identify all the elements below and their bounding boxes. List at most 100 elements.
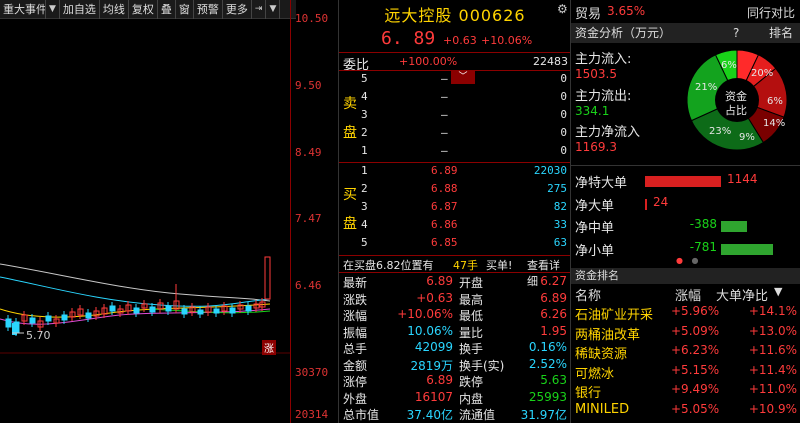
ask-row[interactable]: 1 – 0 (361, 144, 567, 162)
price-tick: 9.50 (295, 79, 322, 92)
volume-tick: 20314 (295, 408, 329, 421)
divider (339, 162, 571, 163)
events-dropdown-icon[interactable]: ▼ (46, 0, 60, 19)
candle-body (149, 306, 156, 313)
divider (339, 272, 571, 273)
ask-volume: 0 (560, 108, 567, 121)
inflow-value: 1503.5 (575, 67, 617, 81)
stat-value: +0.63 (416, 290, 453, 305)
bid-row[interactable]: 1 6.89 22030 (361, 164, 567, 182)
donut-pct-label: 14% (763, 118, 786, 129)
restore-right-button[interactable]: 复权 (129, 0, 158, 19)
pager-dot[interactable]: ● (676, 256, 683, 265)
ask-volume: 0 (560, 72, 567, 85)
rank-row[interactable]: 石油矿业开采 +5.96% +14.1% (571, 304, 800, 324)
net-flow-value: -388 (689, 217, 717, 231)
rank-name: 石油矿业开采 (575, 308, 654, 323)
bid-price: 6.86 (431, 218, 458, 231)
stat-value: 6.89 (426, 373, 453, 387)
rank-row[interactable]: 银行 +9.49% +11.0% (571, 382, 800, 402)
stat-row: 总手 42099 换手 0.16% (339, 340, 571, 356)
overlay-button[interactable]: 叠 (158, 0, 176, 19)
industry-label[interactable]: 贸易 (575, 3, 601, 22)
sort-desc-icon[interactable]: ▼ (774, 285, 782, 298)
candle-body (165, 305, 172, 312)
ma-line-mid (0, 276, 271, 307)
rank-ratio: +11.4% (748, 362, 797, 377)
sell-label-1: 卖 (343, 96, 357, 112)
ask-volume: 0 (560, 90, 567, 103)
rank-row[interactable]: MINILED +5.05% +10.9% (571, 402, 800, 422)
stat-value: 16107 (414, 389, 453, 404)
price-change-pct: +10.06% (481, 34, 533, 47)
candle-body (197, 309, 204, 315)
rank-pct: +5.05% (671, 401, 720, 416)
stat-value: 25993 (528, 389, 567, 404)
more-button[interactable]: 更多 (223, 0, 252, 19)
warning-button[interactable]: 预警 (194, 0, 223, 19)
price-tick: 6.46 (295, 279, 322, 292)
bid-row[interactable]: 2 6.88 275 (361, 182, 567, 200)
pager-dots[interactable]: ● ● (676, 256, 699, 265)
stat-value: 6.27 (540, 274, 567, 288)
rank-pct: +9.49% (671, 382, 720, 396)
pin-icon[interactable]: ⇥ (252, 0, 267, 19)
ask-row[interactable]: 5 – 0 (361, 72, 567, 90)
rank-row[interactable]: 稀缺资源 +6.23% +11.6% (571, 343, 800, 363)
rank-col-pct[interactable]: 涨幅 (675, 285, 701, 304)
stat-value: 31.97亿 (520, 408, 567, 422)
rank-col-name[interactable]: 名称 (575, 285, 601, 304)
stat-label: 流通值 (459, 408, 496, 422)
volume-tick: 30370 (295, 366, 329, 379)
rank-row[interactable]: 两桶油改革 +5.09% +13.0% (571, 324, 800, 344)
net-flow-row[interactable]: 净中单 -388 (571, 217, 800, 237)
bid-row[interactable]: 3 6.87 82 (361, 200, 567, 218)
bid-row[interactable]: 4 6.86 33 (361, 218, 567, 236)
bid-volume: 63 (553, 236, 567, 249)
candle-body (229, 307, 236, 314)
bid-level: 3 (361, 200, 368, 213)
stat-label: 外盘 (343, 391, 368, 406)
price-change: +0.63 (443, 34, 477, 47)
ask-row[interactable]: 2 – 0 (361, 126, 567, 144)
rank-col-ratio[interactable]: 大单净比 (716, 285, 768, 304)
peer-compare-link[interactable]: 同行对比 (747, 4, 795, 21)
bid-level: 4 (361, 218, 368, 231)
bid-price: 6.85 (431, 236, 458, 249)
rank-row[interactable]: 可燃冰 +5.15% +11.4% (571, 363, 800, 383)
ask-level: 3 (361, 108, 368, 121)
bid-row[interactable]: 5 6.85 63 (361, 236, 567, 254)
outflow-label: 主力流出: (575, 89, 632, 104)
bid-volume: 22030 (533, 164, 567, 177)
candle-body (109, 305, 116, 312)
events-button[interactable]: 重大事件 (0, 0, 46, 19)
stat-row: 最新 6.89 开盘 6.27 (339, 274, 571, 290)
net-flow-bar (645, 176, 721, 187)
stat-label: 涨跌 (343, 292, 368, 307)
window-button[interactable]: 窗 (176, 0, 194, 19)
ask-price: – (441, 72, 448, 85)
net-flow-label: 净特大单 (575, 176, 628, 191)
stat-label: 振幅 (343, 325, 368, 340)
price-tick: 7.47 (295, 212, 322, 225)
ask-row[interactable]: 4 – 0 (361, 90, 567, 108)
help-icon[interactable]: ? (733, 23, 739, 43)
net-flow-row[interactable]: 净特大单 1144 (571, 172, 800, 192)
rank-ratio: +14.1% (748, 304, 797, 318)
more-dropdown-icon[interactable]: ▼ (266, 0, 281, 19)
kline-chart[interactable]: 5.70 涨 (0, 19, 290, 423)
ask-price: – (441, 108, 448, 121)
rank-name: 稀缺资源 (575, 347, 628, 362)
net-flow-row[interactable]: 净大单 24 (571, 195, 800, 215)
add-self-select-button[interactable]: 加自选 (60, 0, 100, 19)
ask-row[interactable]: 3 – 0 (361, 108, 567, 126)
ma-line-button[interactable]: 均线 (100, 0, 129, 19)
pager-dot[interactable]: ● (692, 256, 699, 265)
netflow-value: 1169.3 (575, 140, 617, 154)
settings-icon[interactable]: ⚙ (557, 2, 568, 16)
ask-level: 4 (361, 90, 368, 103)
rank-link[interactable]: 排名 (769, 23, 793, 43)
rank-pct: +6.23% (671, 343, 720, 357)
ask-level: 1 (361, 144, 368, 157)
divider (339, 52, 571, 53)
